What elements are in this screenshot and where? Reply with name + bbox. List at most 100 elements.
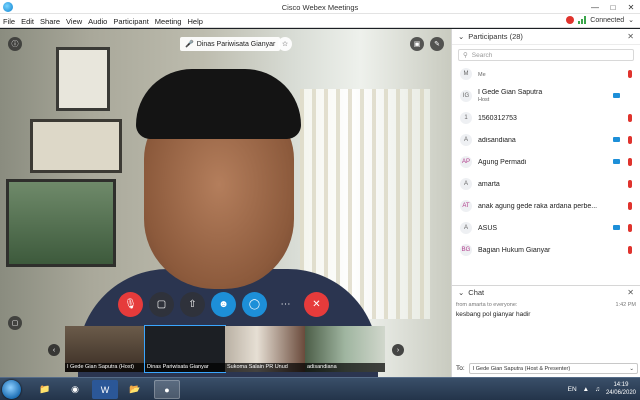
participant-row[interactable]: A adisandiana <box>452 129 640 151</box>
recipient-select[interactable]: I Gede Gian Saputra (Host & Presenter) ⌄ <box>468 363 638 374</box>
layout-icon[interactable]: ▣ <box>410 37 424 51</box>
muted-mic-icon[interactable] <box>628 224 632 232</box>
participant-row[interactable]: M Me <box>452 63 640 85</box>
participant-row[interactable]: AT anak agung gede raka ardana perbe... <box>452 195 640 217</box>
taskbar: 📁 ◉ W 📂 ● EN ▲ ♫ 14:19 24/06/2020 <box>0 377 640 400</box>
avatar: IG <box>460 90 472 102</box>
clock[interactable]: 14:19 24/06/2020 <box>606 381 636 397</box>
window-title: Cisco Webex Meetings <box>281 3 359 12</box>
start-button[interactable] <box>2 380 21 399</box>
video-button[interactable]: ▢ <box>149 292 174 317</box>
participant-row[interactable]: IG I Gede Gian Saputra Host <box>452 85 640 107</box>
menu-participant[interactable]: Participant <box>113 17 148 26</box>
video-icon <box>613 137 620 142</box>
participant-row[interactable]: AP Agung Permadi <box>452 151 640 173</box>
close-icon[interactable]: ✕ <box>627 288 634 297</box>
word-icon[interactable]: W <box>92 380 118 399</box>
signal-icon <box>578 16 587 24</box>
participant-row[interactable]: 1 1560312753 <box>452 107 640 129</box>
menu-help[interactable]: Help <box>187 17 202 26</box>
window-controls: — □ ✕ <box>586 0 640 14</box>
menu-view[interactable]: View <box>66 17 82 26</box>
pin-icon[interactable]: ☆ <box>278 37 292 51</box>
file-explorer-icon[interactable]: 📁 <box>32 380 58 399</box>
microphone-icon: 🎤 <box>185 41 194 48</box>
webex-taskbar-icon[interactable]: ● <box>154 380 180 399</box>
avatar: A <box>460 134 472 146</box>
chat-recipient: To: I Gede Gian Saputra (Host & Presente… <box>456 363 638 374</box>
menu-share[interactable]: Share <box>40 17 60 26</box>
connection-status[interactable]: Connected ⌄ <box>566 16 634 24</box>
wall-frame <box>6 179 116 267</box>
share-button[interactable]: ⇧ <box>180 292 205 317</box>
speaker-person <box>78 69 378 377</box>
maximize-icon[interactable]: □ <box>604 0 622 14</box>
thumbnail-video[interactable]: I Gede Gian Saputra (Host) <box>65 326 145 372</box>
chat-message: kesbang pol gianyar hadir <box>456 311 531 318</box>
connection-label: Connected <box>590 16 625 24</box>
folder-icon[interactable]: 📂 <box>122 380 148 399</box>
muted-mic-icon[interactable] <box>628 246 632 254</box>
mute-button[interactable]: 🎙 <box>118 292 143 317</box>
chat-header[interactable]: ⌄ Chat ✕ <box>452 285 640 299</box>
avatar: BG <box>460 244 472 256</box>
menu-edit[interactable]: Edit <box>21 17 34 26</box>
menu-audio[interactable]: Audio <box>88 17 107 26</box>
participant-row[interactable]: A amarta <box>452 173 640 195</box>
muted-mic-icon[interactable] <box>628 158 632 166</box>
chevron-right-icon[interactable]: › <box>392 344 404 356</box>
active-speaker-label: 🎤 Dinas Pariwisata Gianyar <box>180 37 281 51</box>
muted-mic-icon[interactable] <box>628 202 632 210</box>
chat-button[interactable]: ◯ <box>242 292 267 317</box>
menu-meeting[interactable]: Meeting <box>155 17 182 26</box>
video-icon <box>613 159 620 164</box>
side-panel: ⌄ Participants (28) ✕ ⚲ Search M Me IG I… <box>451 29 640 377</box>
chevron-left-icon[interactable]: ‹ <box>48 344 60 356</box>
more-button[interactable]: ⋯ <box>273 292 298 317</box>
thumbnail-video[interactable]: Sukoma Salain PR Unud <box>225 326 305 372</box>
participant-search[interactable]: ⚲ Search <box>458 49 634 61</box>
menu-file[interactable]: File <box>3 17 15 26</box>
avatar: 1 <box>460 112 472 124</box>
avatar: M <box>460 68 472 80</box>
title-bar: Cisco Webex Meetings — □ ✕ <box>0 0 640 14</box>
wall-frame <box>56 47 110 111</box>
meeting-controls: 🎙 ▢ ⇧ ☻ ◯ ⋯ ✕ <box>118 292 329 317</box>
video-icon <box>613 93 620 98</box>
pen-icon[interactable]: ✎ <box>430 37 444 51</box>
avatar: A <box>460 222 472 234</box>
avatar: AT <box>460 200 472 212</box>
video-icon <box>613 225 620 230</box>
participant-list: M Me IG I Gede Gian Saputra Host 1 156031… <box>452 63 640 283</box>
avatar: AP <box>460 156 472 168</box>
close-icon[interactable]: ✕ <box>622 0 640 14</box>
participant-row[interactable]: BG Bagian Hukum Gianyar <box>452 239 640 261</box>
thumbnail-video[interactable]: adisandiana <box>305 326 385 372</box>
muted-mic-icon[interactable] <box>628 180 632 188</box>
participant-row[interactable]: A ASUS <box>452 217 640 239</box>
language-indicator[interactable]: EN <box>568 386 577 393</box>
network-icon[interactable]: ▲ <box>583 386 589 393</box>
search-icon: ⚲ <box>463 52 468 59</box>
muted-mic-icon[interactable] <box>628 70 632 78</box>
chat-message-meta: from amarta to everyone: 1:42 PM <box>456 302 636 308</box>
recording-icon <box>566 16 575 24</box>
minimize-icon[interactable]: — <box>586 0 604 14</box>
chevron-down-icon: ⌄ <box>458 288 465 297</box>
info-icon[interactable]: ⓘ <box>8 37 22 51</box>
fullscreen-icon[interactable]: ▢ <box>8 316 22 330</box>
leave-button[interactable]: ✕ <box>304 292 329 317</box>
chevron-down-icon: ⌄ <box>628 17 634 24</box>
main-video[interactable]: ⓘ ▣ ✎ ▢ ☆ <box>0 29 451 377</box>
chrome-icon[interactable]: ◉ <box>62 380 88 399</box>
thumbnail-video[interactable]: Dinas Pariwisata Gianyar <box>144 325 226 373</box>
participants-header[interactable]: ⌄ Participants (28) ✕ <box>452 29 640 45</box>
volume-icon[interactable]: ♫ <box>595 386 600 393</box>
participants-button[interactable]: ☻ <box>211 292 236 317</box>
chevron-down-icon: ⌄ <box>629 365 634 372</box>
muted-mic-icon[interactable] <box>628 136 632 144</box>
chevron-down-icon: ⌄ <box>458 32 465 41</box>
close-icon[interactable]: ✕ <box>627 32 634 41</box>
muted-mic-icon[interactable] <box>628 114 632 122</box>
system-tray: EN ▲ ♫ 14:19 24/06/2020 <box>568 381 636 397</box>
